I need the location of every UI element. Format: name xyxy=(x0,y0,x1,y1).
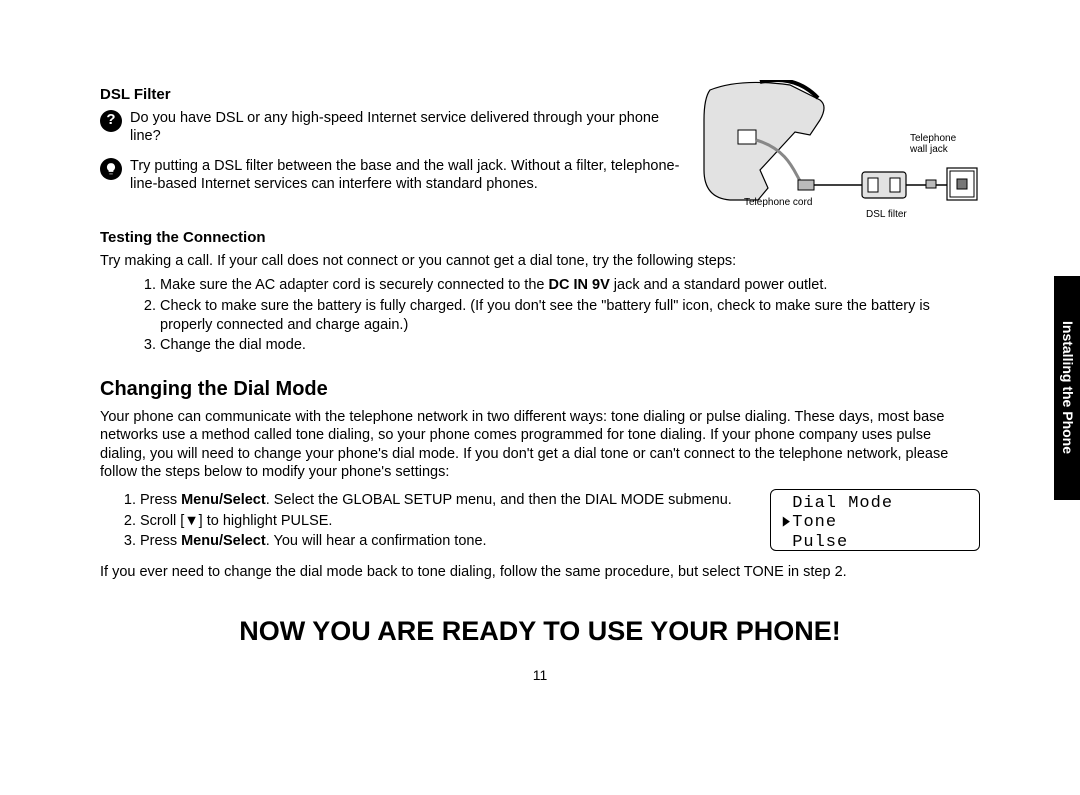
list-item: Press Menu/Select. You will hear a confi… xyxy=(140,532,758,551)
dsl-tip-text: Try putting a DSL filter between the bas… xyxy=(130,157,690,193)
list-item: Press Menu/Select. Select the GLOBAL SET… xyxy=(140,491,758,510)
list-item: Make sure the AC adapter cord is securel… xyxy=(160,276,980,295)
dsl-filter-heading: DSL Filter xyxy=(100,86,690,105)
label-telephone-cord: Telephone cord xyxy=(744,198,812,209)
dial-mode-heading: Changing the Dial Mode xyxy=(100,377,980,402)
label-dsl-filter: DSL filter xyxy=(866,210,907,221)
testing-steps-list: Make sure the AC adapter cord is securel… xyxy=(100,276,980,355)
ready-banner: NOW YOU ARE READY TO USE YOUR PHONE! xyxy=(100,615,980,649)
testing-heading: Testing the Connection xyxy=(100,229,980,248)
testing-intro: Try making a call. If your call does not… xyxy=(100,252,980,270)
section-tab: Installing the Phone xyxy=(1054,276,1080,500)
page-content: DSL Filter ? Do you have DSL or any high… xyxy=(100,80,980,685)
dsl-question-text: Do you have DSL or any high-speed Intern… xyxy=(130,109,690,145)
dial-mode-after: If you ever need to change the dial mode… xyxy=(100,563,980,581)
dial-mode-steps-list: Press Menu/Select. Select the GLOBAL SET… xyxy=(100,491,758,552)
dial-mode-intro: Your phone can communicate with the tele… xyxy=(100,408,980,481)
lcd-screen: Dial Mode ▶Tone Pulse xyxy=(770,489,980,551)
list-item: Change the dial mode. xyxy=(160,336,980,355)
list-item: Check to make sure the battery is fully … xyxy=(160,297,980,335)
question-icon: ? xyxy=(100,110,122,132)
list-item: Scroll [▼] to highlight PULSE. xyxy=(140,512,758,531)
label-wall-jack: Telephonewall jack xyxy=(910,134,956,155)
lightbulb-icon xyxy=(100,158,122,180)
dsl-diagram: Telephonewall jack Telephone cord DSL fi… xyxy=(700,80,980,215)
page-number: 11 xyxy=(100,667,980,685)
